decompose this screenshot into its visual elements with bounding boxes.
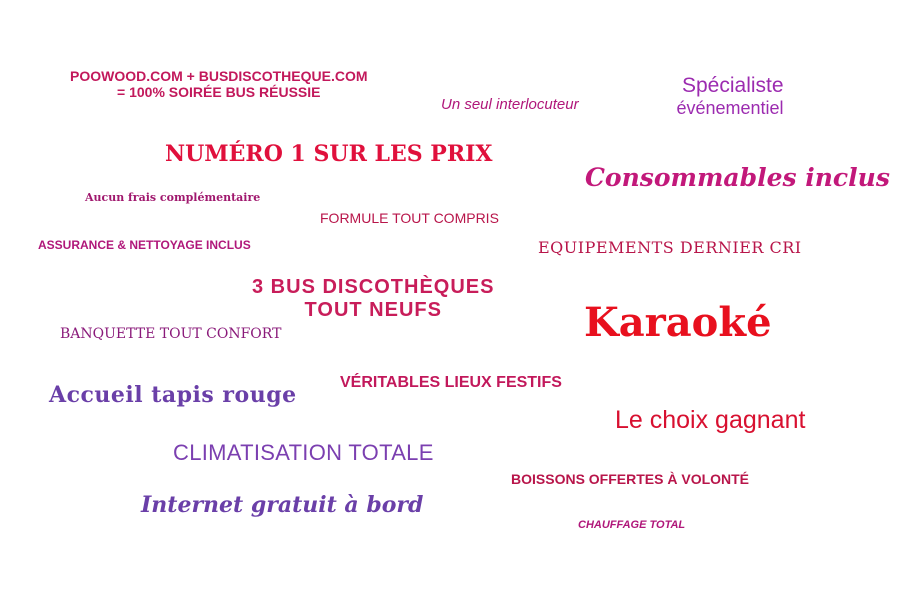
aucun-frais-text: Aucun frais complémentaire (85, 191, 261, 204)
accueil-text: Accueil tapis rouge (49, 382, 297, 408)
poowood-tagline-line1: POOWOOD.COM + BUSDISCOTHEQUE.COM (70, 68, 368, 84)
climatisation-text: CLIMATISATION TOTALE (173, 440, 434, 465)
internet-text: Internet gratuit à bord (141, 492, 424, 518)
consommables-text: Consommables inclus (585, 163, 890, 192)
karaoke-text: Karaoké (584, 299, 772, 346)
bus-line2: TOUT NEUFS (304, 299, 442, 321)
banquette-text: BANQUETTE TOUT CONFORT (60, 326, 282, 342)
bus-discotheques-text: 3 BUS DISCOTHÈQUES TOUT NEUFS (252, 276, 494, 322)
specialiste-line2: événementiel (676, 98, 784, 119)
chauffage-text: CHAUFFAGE TOTAL (578, 519, 686, 531)
veritables-text: VÉRITABLES LIEUX FESTIFS (340, 374, 562, 391)
formule-text: FORMULE TOUT COMPRIS (320, 210, 499, 226)
bus-line1: 3 BUS DISCOTHÈQUES (252, 276, 495, 298)
boissons-text: BOISSONS OFFERTES À VOLONTÉ (511, 471, 750, 487)
choix-gagnant-text: Le choix gagnant (615, 406, 806, 434)
specialiste-text: Spécialiste événementiel (668, 74, 784, 119)
equipements-text: EQUIPEMENTS DERNIER CRI (538, 238, 802, 257)
specialiste-line1: Spécialiste (682, 74, 784, 97)
seul-interlocuteur-text: Un seul interlocuteur (441, 96, 579, 113)
assurance-text: ASSURANCE & NETTOYAGE INCLUS (38, 238, 251, 252)
poowood-tagline-line2: = 100% SOIRÉE BUS RÉUSSIE (117, 84, 321, 101)
poowood-tagline: POOWOOD.COM + BUSDISCOTHEQUE.COM = 100% … (70, 68, 368, 100)
numero1-text: NUMÉRO 1 SUR LES PRIX (165, 141, 493, 167)
word-cloud: POOWOOD.COM + BUSDISCOTHEQUE.COM = 100% … (0, 0, 900, 600)
